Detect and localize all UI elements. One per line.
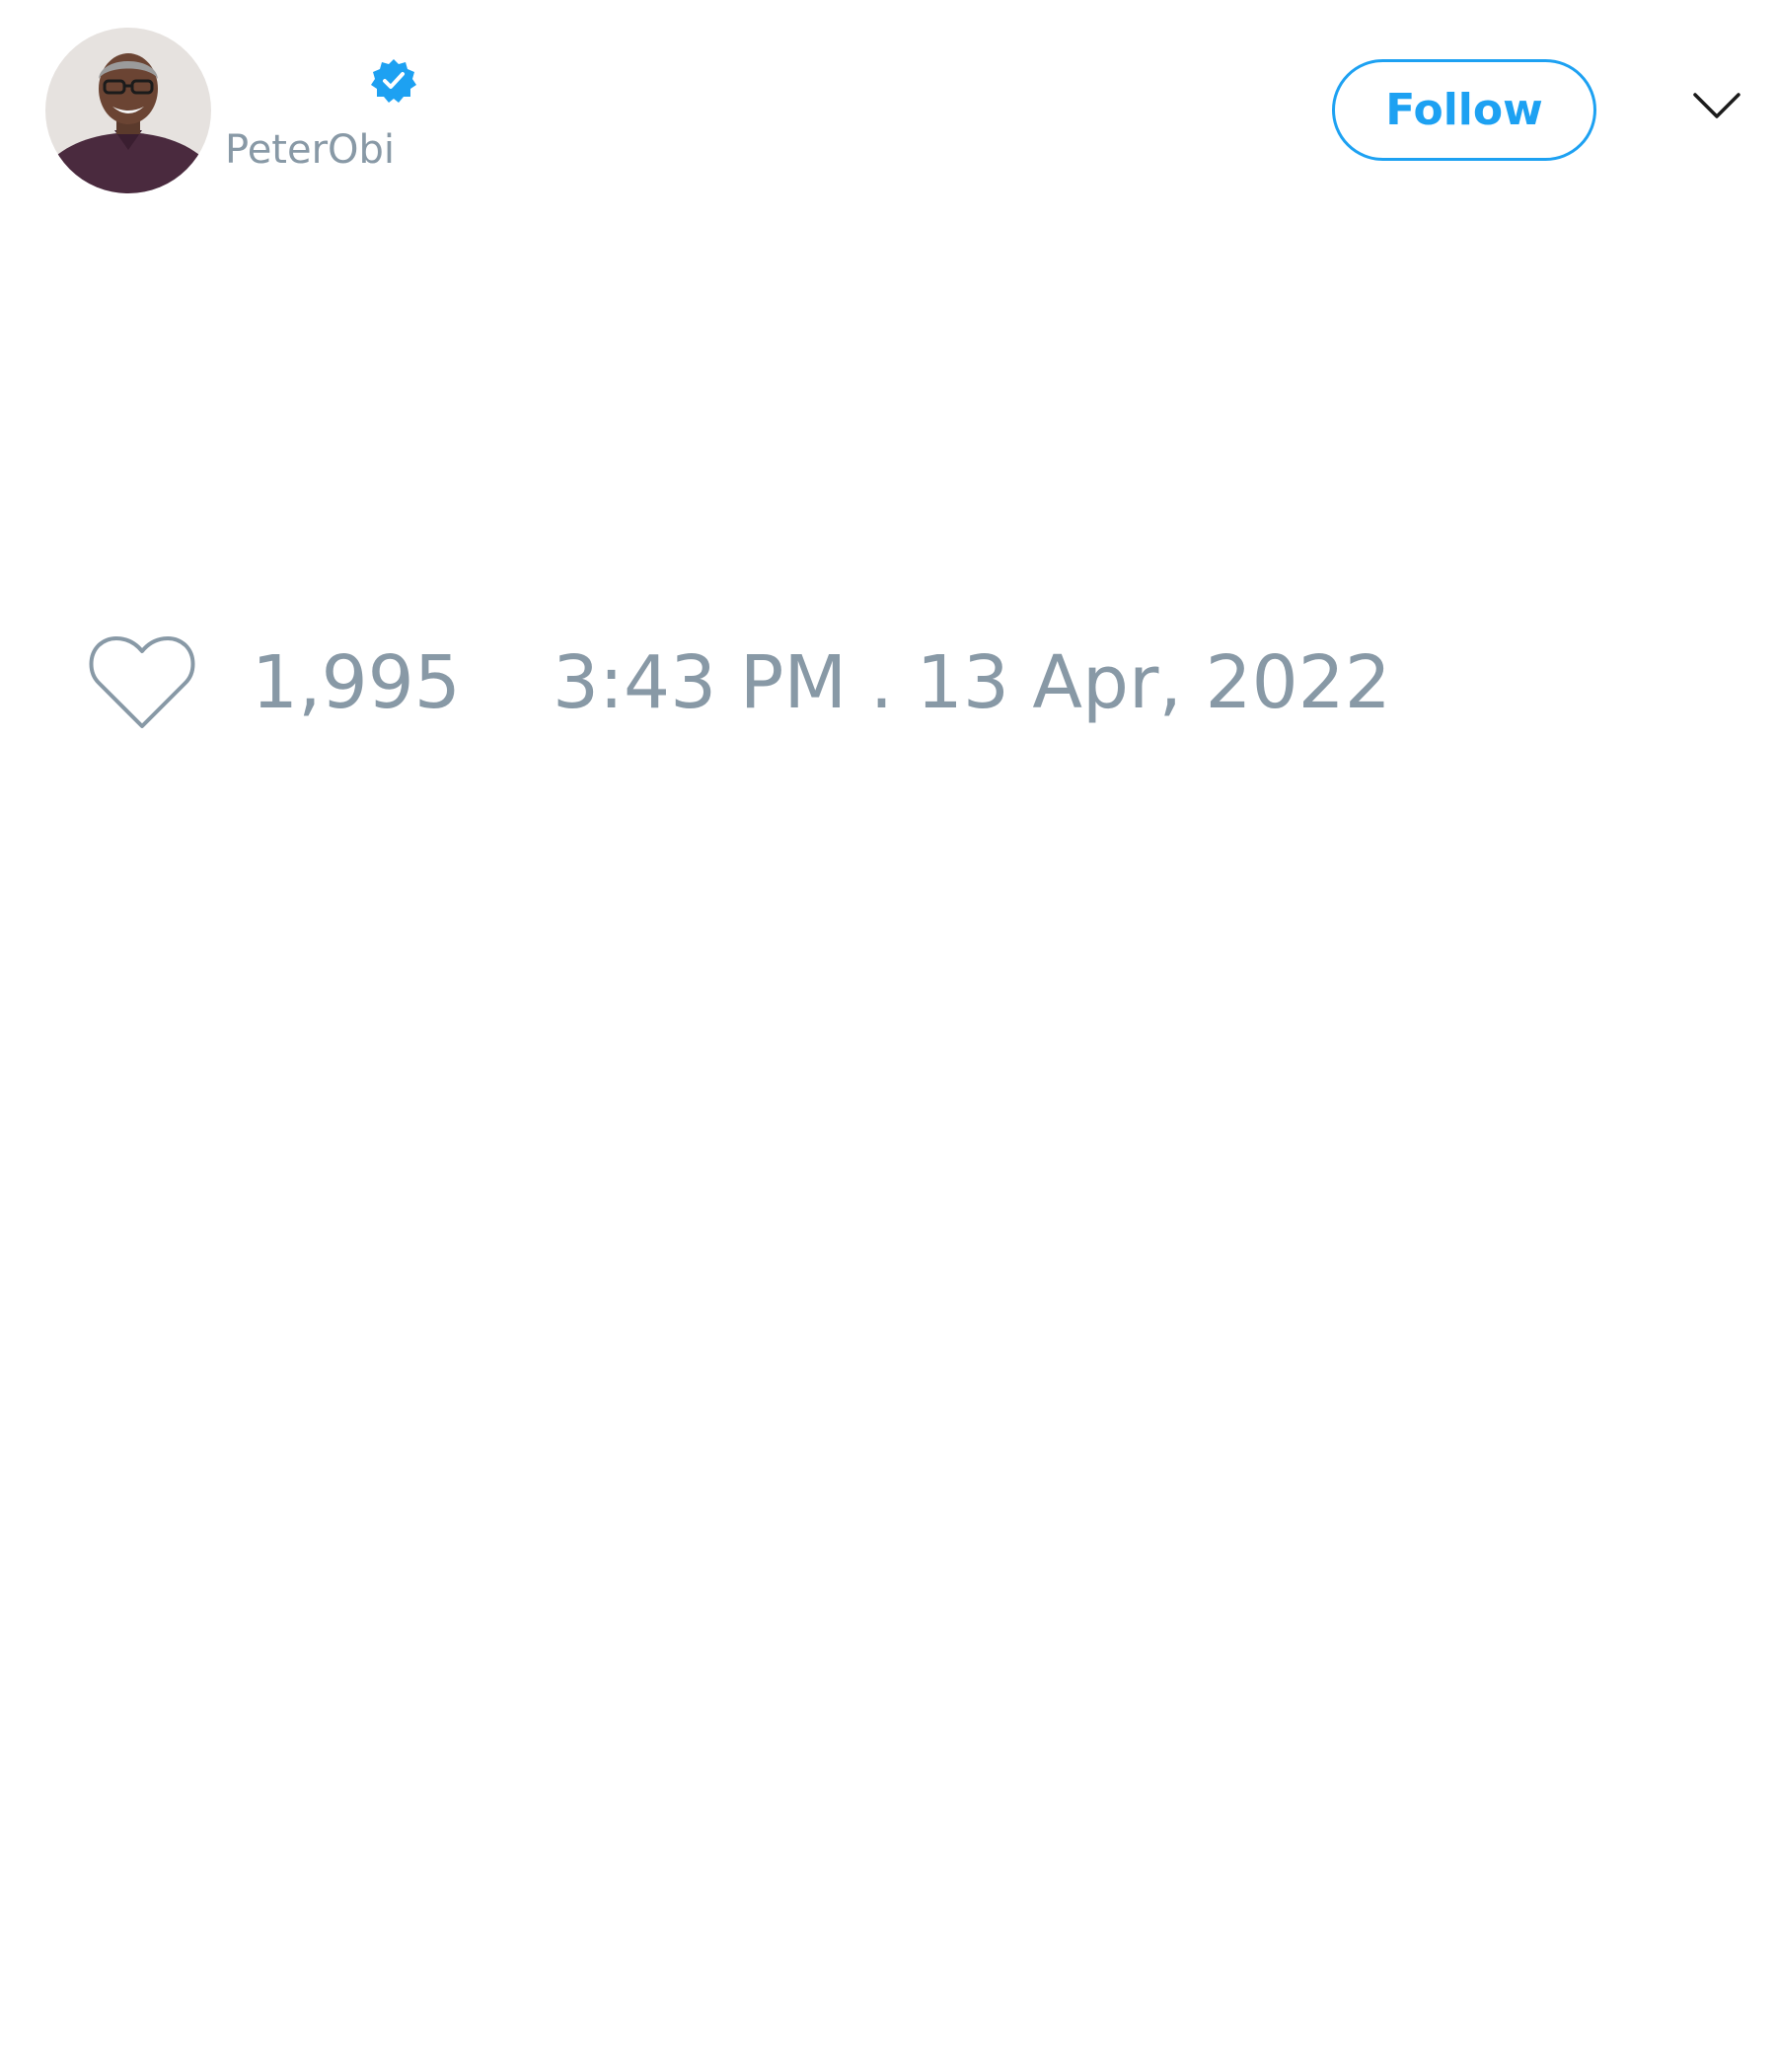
heart-icon[interactable] [89, 635, 195, 730]
chevron-down-icon[interactable] [1692, 91, 1741, 122]
verified-badge-icon [370, 57, 417, 105]
tweet-timestamp[interactable]: 3:43 PM . 13 Apr, 2022 [553, 639, 1391, 726]
avatar[interactable] [45, 28, 211, 193]
author-handle[interactable]: PeterObi [225, 126, 395, 174]
follow-button[interactable]: Follow [1332, 59, 1596, 161]
like-count: 1,995 [252, 640, 461, 725]
avatar-image [45, 28, 211, 193]
